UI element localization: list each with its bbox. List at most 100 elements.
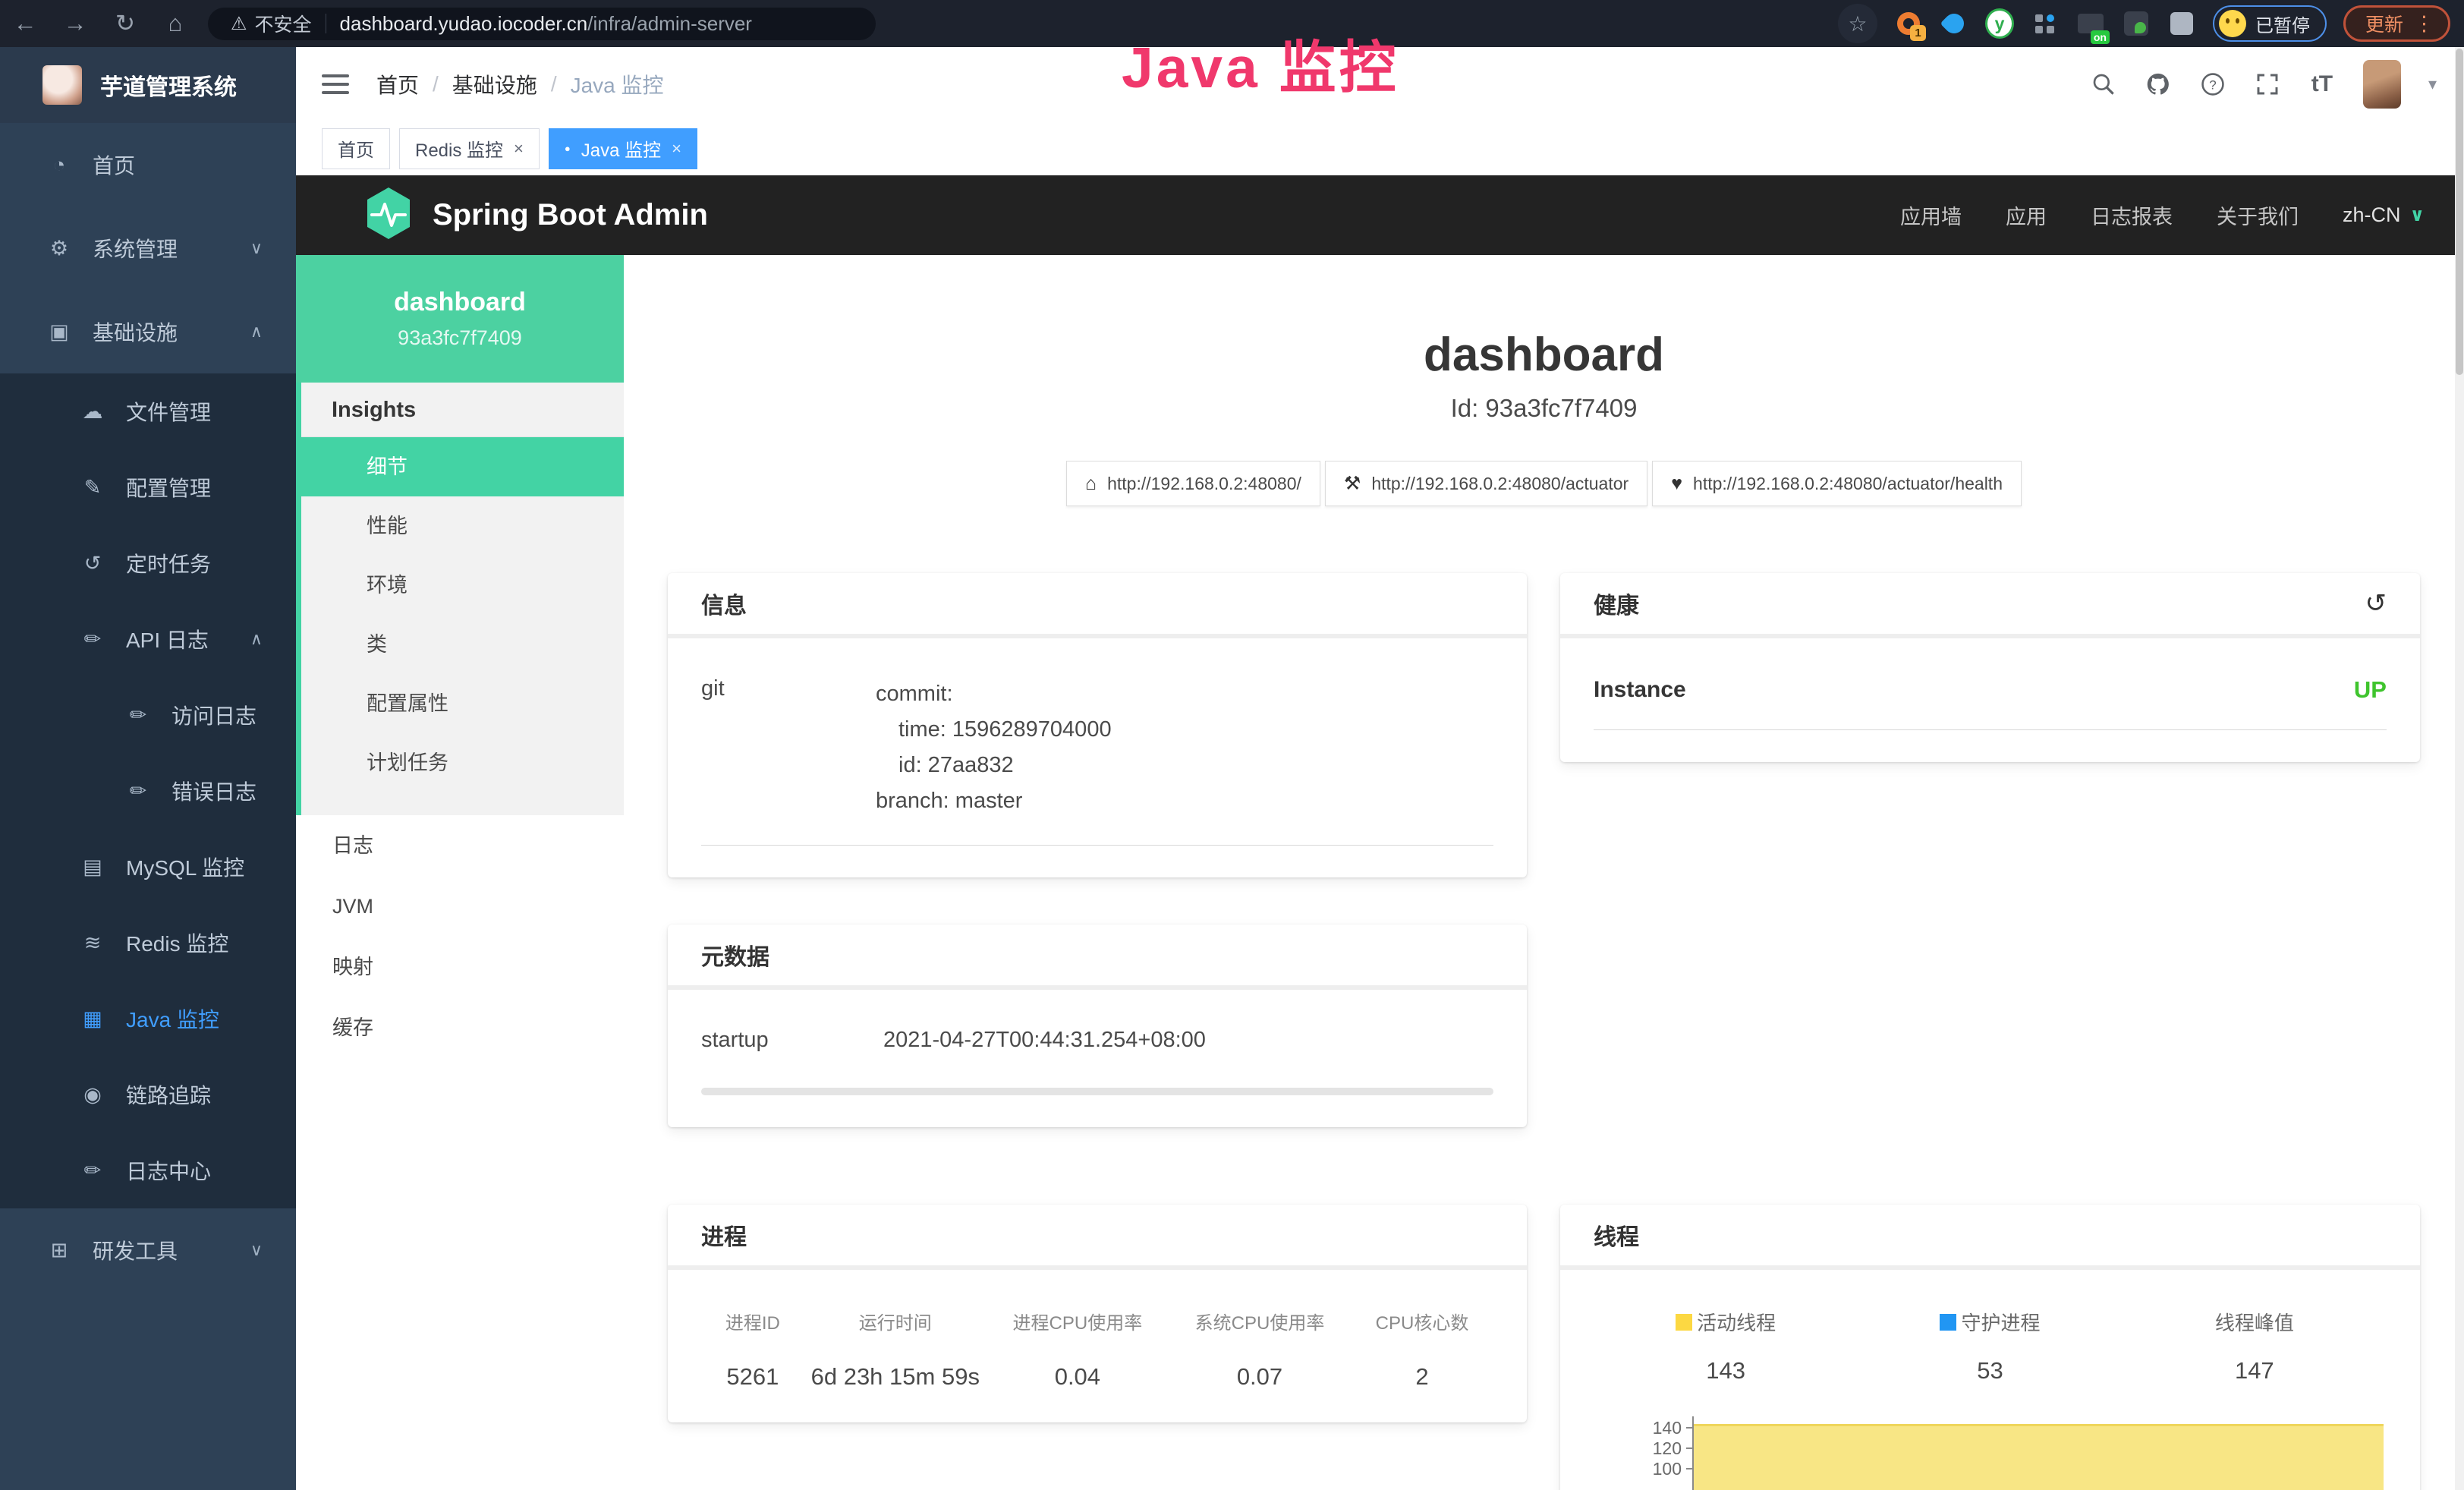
help-icon[interactable]: ?: [2199, 71, 2226, 98]
extension-grid-icon[interactable]: [2031, 9, 2060, 38]
sba-item-metrics[interactable]: 性能: [301, 496, 624, 556]
threads-card: 线程 活动线程 143 守护进程 53: [1560, 1205, 2420, 1490]
sba-item-details[interactable]: 细节: [301, 437, 624, 496]
peak-threads-value: 147: [2123, 1357, 2387, 1384]
avatar-caret-icon[interactable]: ▾: [2428, 74, 2437, 94]
threads-chart: 140 120 100: [1594, 1416, 2387, 1490]
browser-menu-dots-icon[interactable]: ⋮: [2414, 12, 2434, 36]
sidebar-item-infrastructure[interactable]: ▣ 基础设施 ∧: [0, 290, 296, 373]
sidebar-item-system-management[interactable]: ⚙ 系统管理 ∨: [0, 206, 296, 290]
service-url-chip[interactable]: ⌂ http://192.168.0.2:48080/: [1066, 461, 1320, 506]
wrench-icon: ⚒: [1344, 472, 1361, 495]
sba-item-classes[interactable]: 类: [301, 615, 624, 674]
sidebar-item-redis-monitor[interactable]: ≋ Redis 监控: [0, 905, 296, 981]
sba-item-mappings[interactable]: 映射: [296, 937, 624, 997]
log-icon: ✏: [76, 1159, 109, 1183]
app-title: 芋道管理系统: [100, 68, 237, 102]
extension-orange-icon[interactable]: 1: [1894, 9, 1923, 38]
gauge-icon: ◔: [42, 153, 76, 177]
sidebar-item-mysql-monitor[interactable]: ▤ MySQL 监控: [0, 829, 296, 905]
breadcrumb-home[interactable]: 首页: [376, 69, 419, 99]
sidebar-collapse-icon[interactable]: [322, 74, 349, 94]
health-url-chip[interactable]: ♥ http://192.168.0.2:48080/actuator/heal…: [1652, 461, 2022, 506]
home-icon: ⌂: [1085, 473, 1097, 495]
extension-on-icon[interactable]: on: [2076, 9, 2105, 38]
log-icon: ✏: [121, 780, 155, 803]
browser-forward-icon[interactable]: →: [50, 10, 100, 37]
sba-nav-about[interactable]: 关于我们: [2217, 200, 2299, 230]
extension-pin-icon[interactable]: [1940, 9, 1968, 38]
instance-header[interactable]: dashboard 93a3fc7f7409: [296, 255, 624, 383]
page-title: dashboard: [624, 328, 2464, 382]
sba-locale-select[interactable]: zh-CN ∨: [2343, 203, 2425, 227]
user-avatar[interactable]: [2363, 60, 2401, 109]
metadata-card-title: 元数据: [668, 925, 1527, 990]
sidebar-item-scheduled-tasks[interactable]: ↺ 定时任务: [0, 525, 296, 601]
browser-update-button[interactable]: 更新 ⋮: [2343, 5, 2450, 42]
page-scrollbar[interactable]: [2455, 47, 2464, 1490]
extension-leaf-icon[interactable]: [2122, 9, 2151, 38]
sba-nav-wallboard[interactable]: 应用墙: [1900, 200, 1962, 230]
chevron-up-icon: ∧: [250, 629, 263, 649]
briefcase-icon: ⊞: [42, 1239, 76, 1262]
extensions-puzzle-icon[interactable]: [2167, 9, 2196, 38]
monitor-icon: ▣: [42, 320, 76, 344]
sidebar-item-home[interactable]: ◔ 首页: [0, 123, 296, 206]
sba-nav-journal[interactable]: 日志报表: [2091, 200, 2173, 230]
instance-name: dashboard: [394, 288, 526, 317]
page-instance-id: Id: 93a3fc7f7409: [624, 394, 2464, 423]
not-secure-label[interactable]: 不安全: [255, 10, 312, 37]
tab-redis-monitor[interactable]: Redis 监控 ×: [399, 128, 540, 169]
sba-brand-title[interactable]: Spring Boot Admin: [433, 198, 708, 232]
sidebar-item-log-center[interactable]: ✏ 日志中心: [0, 1132, 296, 1208]
sidebar-item-access-logs[interactable]: ✏ 访问日志: [0, 677, 296, 753]
health-card: 健康 ↺ Instance UP: [1560, 573, 2420, 762]
browser-back-icon[interactable]: ←: [0, 10, 50, 37]
process-table-header: 进程ID 运行时间 进程CPU使用率 系统CPU使用率 CPU核心数: [701, 1308, 1493, 1334]
extension-y-icon[interactable]: y: [1985, 9, 2014, 38]
sba-item-jvm[interactable]: JVM: [296, 876, 624, 937]
horizontal-scrollbar[interactable]: [701, 1088, 1493, 1095]
browser-reload-icon[interactable]: ↻: [100, 10, 150, 37]
url-path: /infra/admin-server: [587, 12, 752, 36]
sidebar-item-api-logs[interactable]: ✏ API 日志 ∧: [0, 601, 296, 677]
sidebar-item-java-monitor[interactable]: ▦ Java 监控: [0, 981, 296, 1057]
sba-item-scheduled-tasks[interactable]: 计划任务: [301, 733, 624, 792]
sba-nav-applications[interactable]: 应用: [2006, 200, 2047, 230]
log-icon: ✏: [121, 704, 155, 727]
breadcrumb-infrastructure[interactable]: 基础设施: [452, 69, 537, 99]
actuator-url-chip[interactable]: ⚒ http://192.168.0.2:48080/actuator: [1325, 461, 1647, 506]
sba-item-caches[interactable]: 缓存: [296, 997, 624, 1058]
annotation-java-monitor: Java 监控: [1122, 21, 1399, 104]
github-icon[interactable]: [2145, 71, 2172, 98]
search-icon[interactable]: [2090, 71, 2117, 98]
close-icon[interactable]: ×: [672, 139, 681, 159]
process-card-title: 进程: [668, 1205, 1527, 1270]
sba-item-environment[interactable]: 环境: [301, 556, 624, 615]
bookmark-star-icon[interactable]: ☆: [1838, 4, 1877, 43]
tags-view-bar: 首页 Redis 监控 × ● Java 监控 ×: [296, 121, 2464, 175]
browser-home-icon[interactable]: ⌂: [150, 10, 200, 37]
sba-item-logs[interactable]: 日志: [296, 815, 624, 876]
font-size-icon[interactable]: tT: [2308, 71, 2336, 98]
gear-icon: ⚙: [42, 237, 76, 260]
url-host: dashboard.yudao.iocoder.cn: [340, 12, 588, 36]
sidebar-item-config-management[interactable]: ✎ 配置管理: [0, 449, 296, 525]
app-logo[interactable]: 芋道管理系统: [0, 47, 296, 123]
daemon-threads-swatch: [1940, 1314, 1956, 1331]
sba-item-config-props[interactable]: 配置属性: [301, 674, 624, 733]
database-icon: ▤: [76, 855, 109, 879]
address-bar[interactable]: ⚠ 不安全 dashboard.yudao.iocoder.cn /infra/…: [208, 8, 876, 40]
close-icon[interactable]: ×: [514, 139, 524, 159]
profile-paused-chip[interactable]: 已暂停: [2213, 5, 2327, 42]
fullscreen-icon[interactable]: [2254, 71, 2281, 98]
sidebar-item-file-management[interactable]: ☁ 文件管理: [0, 373, 296, 449]
sidebar-item-dev-tools[interactable]: ⊞ 研发工具 ∨: [0, 1208, 296, 1292]
tab-home[interactable]: 首页: [322, 128, 390, 169]
sidebar-item-error-logs[interactable]: ✏ 错误日志: [0, 753, 296, 829]
tab-java-monitor[interactable]: ● Java 监控 ×: [549, 128, 697, 169]
not-secure-warning-icon: ⚠: [231, 13, 247, 35]
scrollbar-thumb[interactable]: [2456, 49, 2463, 375]
sidebar-item-trace[interactable]: ◉ 链路追踪: [0, 1057, 296, 1132]
history-icon[interactable]: ↺: [2365, 588, 2387, 619]
